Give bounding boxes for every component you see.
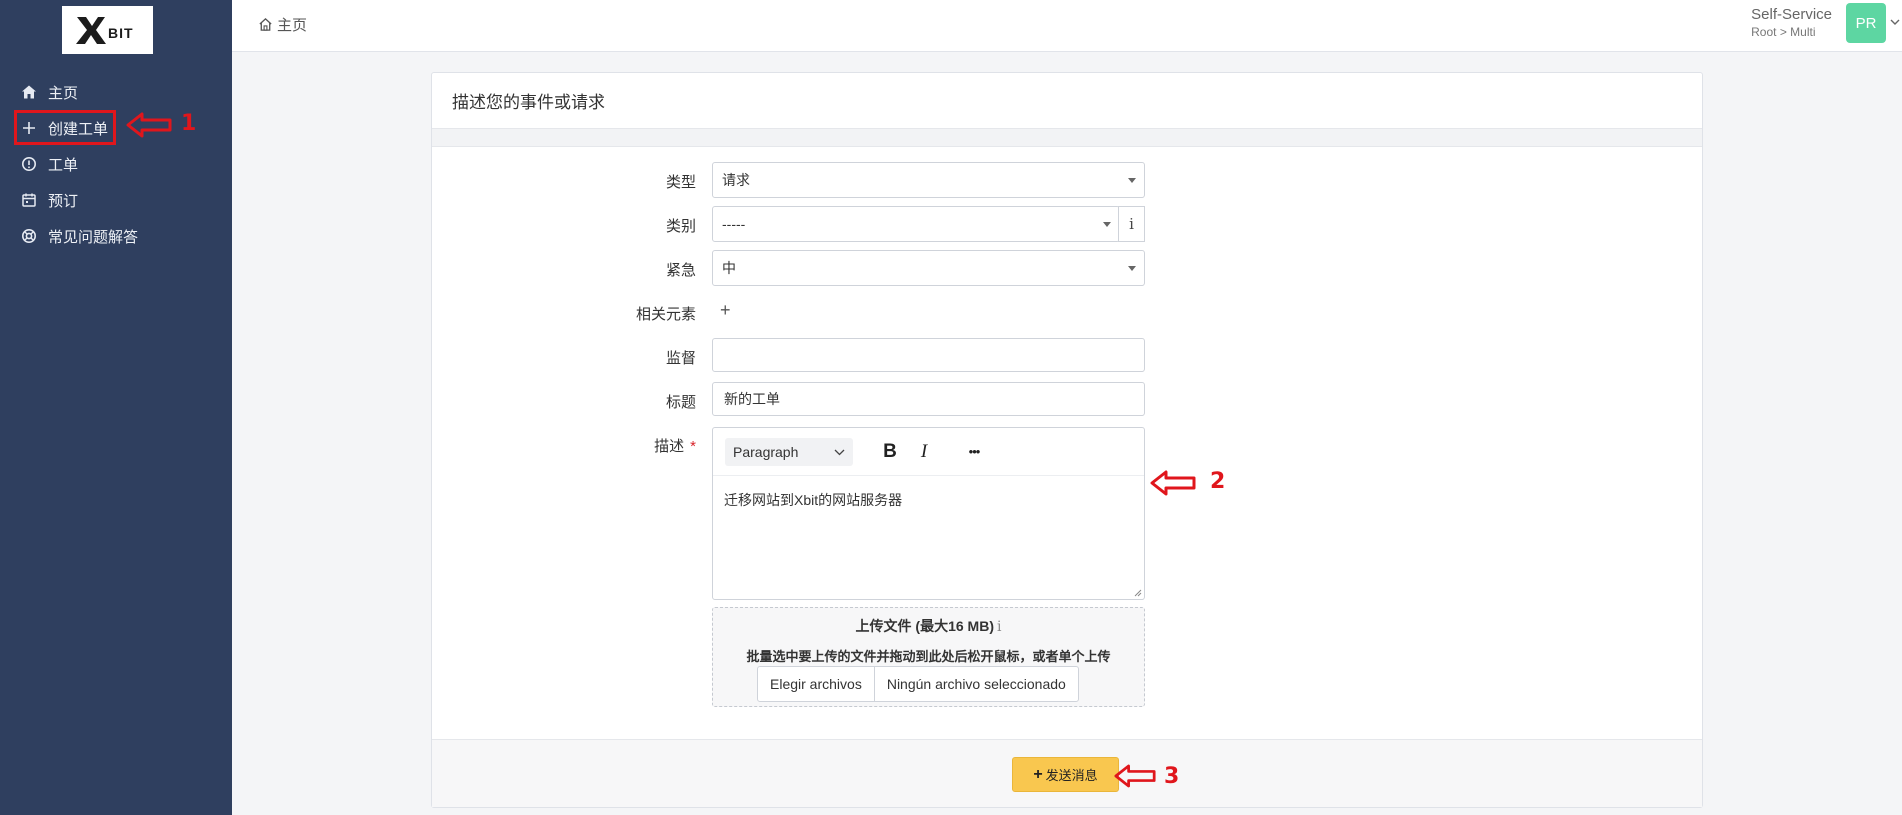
type-select[interactable]: 请求: [712, 162, 1145, 198]
user-entity-path: Root > Multi: [1751, 25, 1816, 39]
paragraph-format-select[interactable]: Paragraph: [725, 437, 853, 466]
related-items-label: 相关元素: [635, 306, 696, 323]
upload-hint: 批量选中要上传的文件并拖动到此处后松开鼠标，或者单个上传: [746, 649, 1111, 664]
logo[interactable]: BIT: [62, 6, 153, 54]
title-label: 标题: [665, 394, 696, 411]
more-icon: •••: [968, 444, 981, 459]
italic-button[interactable]: I: [909, 438, 939, 466]
user-name: Self-Service: [1751, 6, 1832, 23]
category-label: 类别: [665, 218, 696, 235]
annotation-number-3: 3: [1164, 764, 1180, 789]
sidebar-item-home[interactable]: 主页: [0, 74, 232, 110]
home-outline-icon: [259, 17, 272, 31]
more-options-button[interactable]: •••: [959, 438, 989, 466]
sidebar-nav: 主页 创建工单 工单 预订 常见问题解答: [0, 74, 232, 254]
user-info[interactable]: Self-Service Root > Multi: [1751, 6, 1832, 40]
sidebar-item-tickets[interactable]: 工单: [0, 146, 232, 182]
category-select-value: -----: [722, 216, 746, 232]
description-label: 描述 *: [556, 435, 696, 456]
choose-files-button[interactable]: Elegir archivos: [758, 667, 875, 701]
alert-circle-icon: [20, 155, 38, 173]
caret-down-icon: [1103, 222, 1111, 227]
bold-button[interactable]: B: [875, 438, 905, 466]
chevron-down-icon: [834, 449, 845, 455]
avatar-initials: PR: [1855, 14, 1877, 32]
caret-down-icon: [1128, 178, 1136, 183]
sidebar-item-label: 常见问题解答: [48, 228, 139, 246]
urgency-label: 紧急: [665, 262, 696, 279]
home-icon: [20, 83, 38, 101]
xbit-logo-icon: BIT: [75, 17, 134, 44]
form-title: 描述您的事件或请求: [432, 73, 1702, 129]
observer-field[interactable]: [712, 338, 1145, 372]
info-icon: i: [1129, 215, 1134, 233]
urgency-select-value: 中: [722, 260, 736, 276]
chevron-down-icon[interactable]: [1890, 18, 1900, 26]
description-label-text: 描述: [654, 438, 685, 455]
sidebar-item-label: 预订: [48, 192, 79, 210]
svg-text:BIT: BIT: [108, 25, 134, 41]
header-band: [432, 129, 1702, 147]
required-marker: *: [690, 438, 696, 455]
send-message-button[interactable]: + 发送消息: [1012, 757, 1119, 792]
title-field[interactable]: 新的工单: [712, 382, 1145, 416]
paragraph-format-value: Paragraph: [733, 443, 799, 460]
annotation-arrow-2-icon: [1150, 470, 1196, 496]
caret-down-icon: [1128, 266, 1136, 271]
topbar: 主页 Self-Service Root > Multi PR: [232, 0, 1902, 52]
type-label: 类型: [665, 174, 696, 191]
file-status: Ningún archivo seleccionado: [886, 676, 1066, 692]
lifebuoy-icon: [20, 227, 38, 245]
category-info-button[interactable]: i: [1118, 206, 1145, 242]
avatar[interactable]: PR: [1846, 3, 1886, 43]
file-upload-dropzone[interactable]: 上传文件 (最大16 MB) i 批量选中要上传的文件并拖动到此处后松开鼠标，或者…: [712, 607, 1145, 707]
upload-title-text: 上传文件 (最大16 MB): [855, 618, 994, 634]
sidebar-item-label: 工单: [48, 156, 79, 174]
description-editor[interactable]: Paragraph B I ••• 迁移网站到Xbit的网站服务器: [712, 427, 1145, 600]
sidebar-item-faq[interactable]: 常见问题解答: [0, 218, 232, 254]
annotation-number-1: 1: [181, 111, 197, 136]
upload-title: 上传文件 (最大16 MB) i: [713, 616, 1144, 636]
annotation-number-2: 2: [1210, 469, 1226, 494]
calendar-icon: [20, 191, 38, 209]
annotation-arrow-3-icon: [1114, 764, 1156, 788]
breadcrumb-label: 主页: [277, 17, 308, 34]
add-related-item-button[interactable]: +: [720, 300, 731, 321]
category-select[interactable]: -----: [712, 206, 1120, 242]
upload-info-icon[interactable]: i: [997, 619, 1001, 635]
breadcrumb[interactable]: 主页: [258, 14, 307, 35]
description-content[interactable]: 迁移网站到Xbit的网站服务器: [713, 476, 1144, 524]
urgency-select[interactable]: 中: [712, 250, 1145, 286]
send-message-label: 发送消息: [1045, 768, 1098, 783]
file-input[interactable]: Elegir archivos Ningún archivo seleccion…: [757, 666, 1079, 702]
resize-handle-icon[interactable]: [1134, 589, 1142, 597]
sidebar-item-reservations[interactable]: 预订: [0, 182, 232, 218]
annotation-arrow-1-icon: [126, 112, 172, 138]
plus-icon: +: [1033, 765, 1043, 783]
annotation-highlight-box: [14, 110, 116, 145]
sidebar-item-label: 主页: [48, 84, 79, 102]
type-select-value: 请求: [722, 172, 750, 188]
editor-toolbar: Paragraph B I •••: [713, 428, 1144, 476]
observer-label: 监督: [665, 350, 696, 367]
